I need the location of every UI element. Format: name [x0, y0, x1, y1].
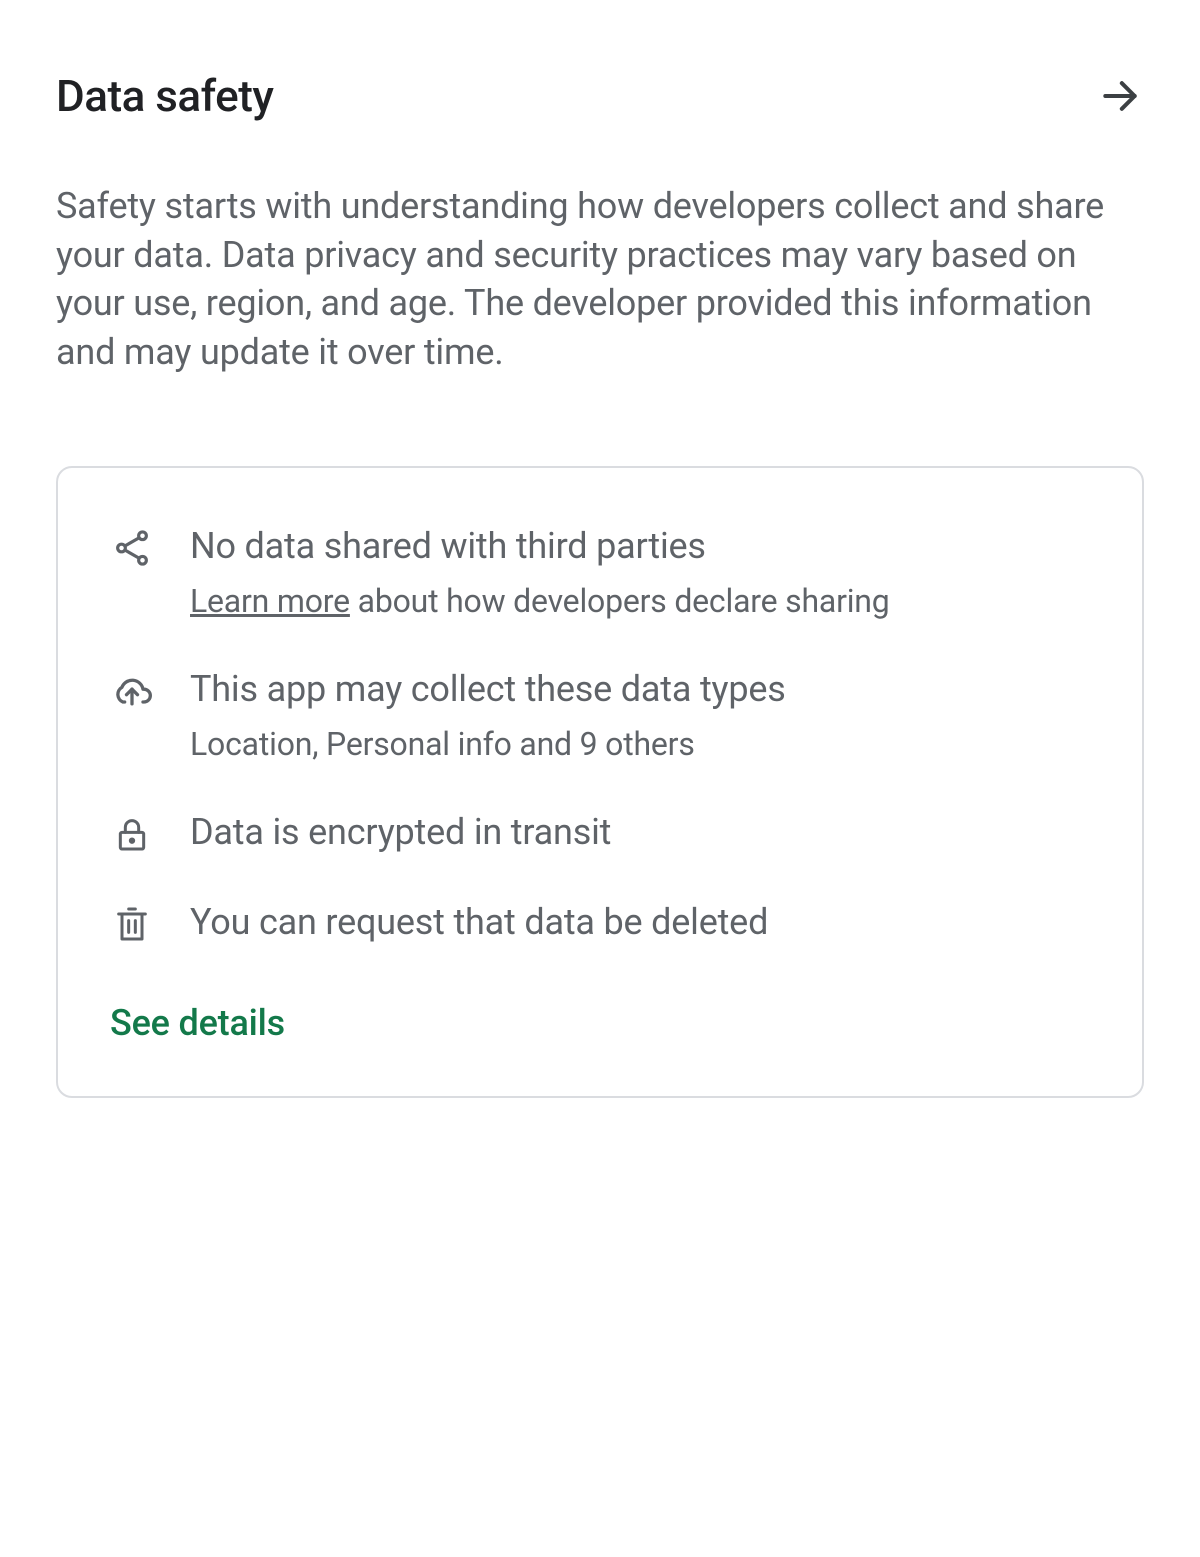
item-body: This app may collect these data types Lo…: [190, 667, 1090, 766]
data-item-encryption: Data is encrypted in transit: [110, 810, 1090, 856]
item-title: You can request that data be deleted: [190, 900, 1090, 945]
cloud-upload-icon: [110, 669, 154, 713]
item-subtitle: Location, Personal info and 9 others: [190, 724, 1090, 766]
sub-remainder: about how developers declare sharing: [350, 582, 890, 620]
item-title: No data shared with third parties: [190, 524, 1090, 569]
item-title: Data is encrypted in transit: [190, 810, 1090, 855]
data-item-collection: This app may collect these data types Lo…: [110, 667, 1090, 766]
section-header: Data safety: [56, 70, 1144, 122]
share-icon: [110, 526, 154, 570]
section-title: Data safety: [56, 70, 273, 122]
arrow-forward-button[interactable]: [1096, 72, 1144, 120]
data-safety-card: No data shared with third parties Learn …: [56, 466, 1144, 1097]
data-item-sharing: No data shared with third parties Learn …: [110, 524, 1090, 623]
item-body: You can request that data be deleted: [190, 900, 1090, 945]
arrow-right-icon: [1098, 74, 1142, 118]
item-subtitle: Learn more about how developers declare …: [190, 581, 1090, 623]
item-body: Data is encrypted in transit: [190, 810, 1090, 855]
learn-more-link[interactable]: Learn more: [190, 582, 350, 620]
item-body: No data shared with third parties Learn …: [190, 524, 1090, 623]
item-title: This app may collect these data types: [190, 667, 1090, 712]
data-item-deletion: You can request that data be deleted: [110, 900, 1090, 946]
lock-icon: [110, 812, 154, 856]
see-details-button[interactable]: See details: [110, 1002, 1090, 1044]
delete-icon: [110, 902, 154, 946]
section-description: Safety starts with understanding how dev…: [56, 182, 1144, 376]
